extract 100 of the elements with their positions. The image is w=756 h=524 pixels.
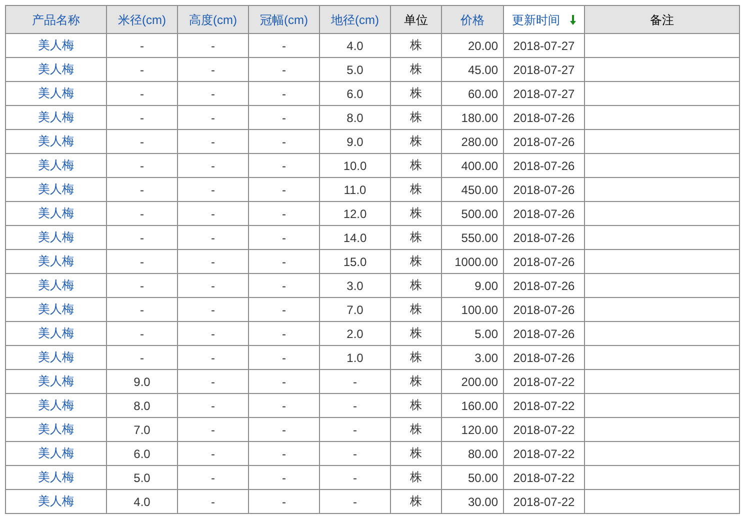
table-cell: - bbox=[211, 278, 215, 292]
table-cell: 2018-07-26 bbox=[513, 206, 575, 220]
table-cell: 7.0 bbox=[134, 422, 150, 436]
table-cell: 2018-07-22 bbox=[513, 446, 575, 460]
table-cell: 株 bbox=[410, 134, 422, 148]
table-cell: - bbox=[353, 446, 357, 460]
column-header[interactable]: 冠幅(cm) bbox=[248, 6, 320, 34]
table-cell: - bbox=[140, 326, 144, 340]
table-cell: - bbox=[140, 230, 144, 244]
table-cell: - bbox=[282, 86, 286, 100]
table-cell: 500.00 bbox=[461, 206, 498, 220]
table-cell: 株 bbox=[410, 422, 422, 436]
table-cell: 20.00 bbox=[468, 38, 498, 52]
table-cell: - bbox=[353, 374, 357, 388]
table-cell: - bbox=[353, 398, 357, 412]
table-cell: - bbox=[211, 206, 215, 220]
table-cell: - bbox=[140, 134, 144, 148]
table-cell: - bbox=[211, 446, 215, 460]
table-cell: - bbox=[282, 326, 286, 340]
table-cell: - bbox=[211, 398, 215, 412]
table-cell: 株 bbox=[410, 62, 422, 76]
table-cell: 2018-07-26 bbox=[513, 182, 575, 196]
table-cell: 9.00 bbox=[474, 278, 498, 292]
table-cell: - bbox=[211, 422, 215, 436]
table-cell: - bbox=[211, 62, 215, 76]
table-cell: 株 bbox=[410, 470, 422, 484]
table-cell: 株 bbox=[410, 350, 422, 364]
table-cell: 2018-07-22 bbox=[513, 374, 575, 388]
table-cell: 株 bbox=[410, 86, 422, 100]
table-cell: - bbox=[140, 278, 144, 292]
table-cell: 2018-07-27 bbox=[513, 38, 575, 52]
table-cell: 15.0 bbox=[343, 254, 367, 268]
table-cell: 2018-07-27 bbox=[513, 86, 575, 100]
table-cell: - bbox=[140, 206, 144, 220]
table-cell: 4.0 bbox=[346, 38, 364, 52]
sort-down-icon bbox=[570, 15, 576, 26]
table-cell: - bbox=[282, 350, 286, 364]
table-cell: - bbox=[282, 230, 286, 244]
table-cell: - bbox=[211, 86, 215, 100]
table-cell: 100.00 bbox=[461, 302, 498, 316]
table-cell: 2018-07-26 bbox=[513, 134, 575, 148]
table-cell: 6.0 bbox=[134, 446, 150, 460]
column-header[interactable]: 地径(cm) bbox=[320, 6, 390, 34]
column-header[interactable]: 价格 bbox=[442, 6, 504, 34]
table-cell: 8.0 bbox=[346, 110, 364, 124]
table-cell: 2018-07-22 bbox=[513, 398, 575, 412]
table-cell: - bbox=[282, 134, 286, 148]
table-cell: 60.00 bbox=[468, 86, 498, 100]
table-cell: 株 bbox=[410, 206, 422, 220]
table-cell: - bbox=[282, 38, 286, 52]
table-cell: - bbox=[140, 158, 144, 172]
table-cell: 5.00 bbox=[474, 326, 498, 340]
table-cell: - bbox=[282, 422, 286, 436]
table-cell: - bbox=[140, 350, 144, 364]
table-cell: - bbox=[211, 470, 215, 484]
table-cell: - bbox=[140, 62, 144, 76]
column-header: 单位 bbox=[390, 6, 442, 34]
table-cell: - bbox=[211, 38, 215, 52]
table-cell: - bbox=[211, 230, 215, 244]
table-cell: 株 bbox=[410, 374, 422, 388]
table-cell: - bbox=[211, 374, 215, 388]
table-cell: 30.00 bbox=[468, 494, 498, 508]
table-cell: - bbox=[211, 158, 215, 172]
table-cell: 50.00 bbox=[468, 470, 498, 484]
column-header[interactable]: 米径(cm) bbox=[106, 6, 178, 34]
table-cell: 2018-07-26 bbox=[513, 230, 575, 244]
table-cell: 2018-07-22 bbox=[513, 470, 575, 484]
table-cell: 株 bbox=[410, 110, 422, 124]
table-cell: 450.00 bbox=[461, 182, 498, 196]
table-cell: - bbox=[211, 350, 215, 364]
table-cell: 160.00 bbox=[461, 398, 498, 412]
table-cell: 8.0 bbox=[134, 398, 150, 412]
table-cell: 2018-07-26 bbox=[513, 326, 575, 340]
table-cell: 2018-07-22 bbox=[513, 422, 575, 436]
table-cell: 2018-07-26 bbox=[513, 158, 575, 172]
table-cell: 280.00 bbox=[461, 134, 498, 148]
table-cell: 200.00 bbox=[461, 374, 498, 388]
table-cell: 1000.00 bbox=[454, 254, 498, 268]
table-cell: 3.0 bbox=[346, 278, 364, 292]
column-header[interactable]: 更新时间 bbox=[504, 6, 584, 34]
column-header[interactable]: 产品名称 bbox=[6, 6, 106, 34]
table-cell: - bbox=[140, 110, 144, 124]
column-header[interactable]: 高度(cm) bbox=[178, 6, 248, 34]
table-cell: 4.0 bbox=[134, 494, 150, 508]
table-cell: - bbox=[282, 278, 286, 292]
table-cell: 2018-07-26 bbox=[513, 254, 575, 268]
table-cell: - bbox=[282, 398, 286, 412]
table-cell: - bbox=[211, 110, 215, 124]
table-cell: - bbox=[282, 494, 286, 508]
table-cell: - bbox=[211, 134, 215, 148]
table-cell: 2018-07-26 bbox=[513, 110, 575, 124]
table-cell: 45.00 bbox=[468, 62, 498, 76]
table-cell: - bbox=[282, 446, 286, 460]
table-cell: - bbox=[211, 326, 215, 340]
table-cell: 120.00 bbox=[461, 422, 498, 436]
table-cell: 株 bbox=[410, 182, 422, 196]
table-cell: - bbox=[353, 494, 357, 508]
table-cell: 10.0 bbox=[343, 158, 367, 172]
table-cell: 株 bbox=[410, 278, 422, 292]
table-cell: 14.0 bbox=[343, 230, 367, 244]
